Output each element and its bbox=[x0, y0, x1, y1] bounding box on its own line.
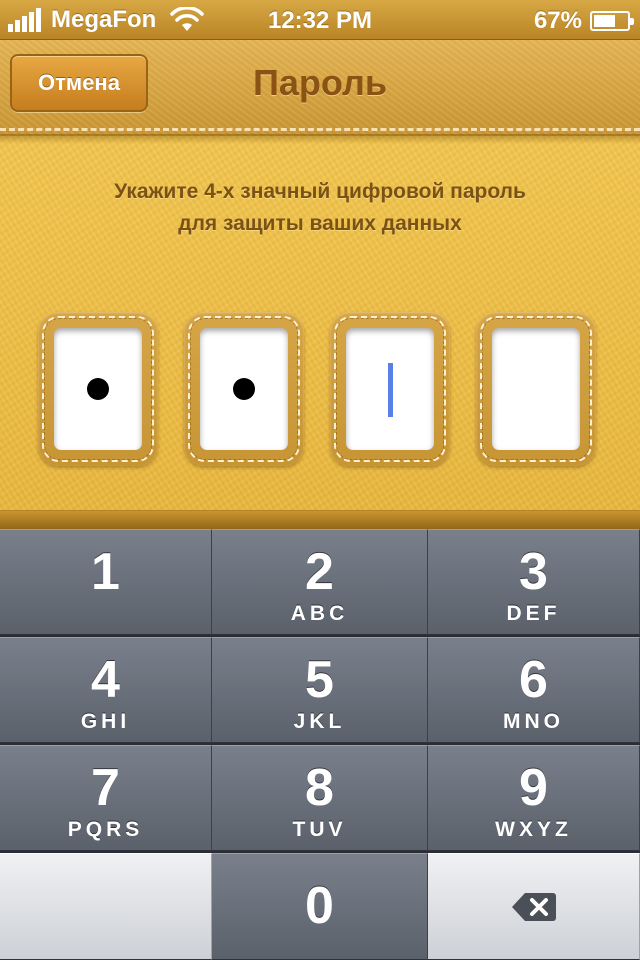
key-letters: GHI bbox=[80, 710, 131, 733]
battery-fill bbox=[594, 15, 616, 27]
instruction-text: Укажите 4-х значный цифровой пароль для … bbox=[0, 176, 640, 240]
key-digit: 1 bbox=[91, 543, 120, 601]
pin-digit-box-4[interactable] bbox=[476, 312, 596, 466]
key-letters: ABC bbox=[290, 602, 349, 625]
key-digit: 6 bbox=[519, 651, 548, 709]
pin-digit-field-1[interactable] bbox=[54, 328, 142, 450]
pin-dot bbox=[87, 378, 109, 400]
nav-bar-shadow bbox=[0, 134, 640, 144]
key-letters: DEF bbox=[506, 602, 561, 625]
key-digit: 2 bbox=[305, 543, 334, 601]
pin-digit-box-1[interactable] bbox=[38, 312, 158, 466]
numeric-keypad: 1 2 ABC 3 DEF 4 GHI 5 JKL 6 MNO 7 PQRS 8… bbox=[0, 529, 640, 960]
key-3[interactable]: 3 DEF bbox=[428, 529, 640, 635]
delete-key[interactable] bbox=[428, 853, 640, 960]
backspace-icon bbox=[512, 893, 556, 921]
status-left: MegaFon bbox=[8, 6, 205, 34]
key-6[interactable]: 6 MNO bbox=[428, 637, 640, 743]
key-5[interactable]: 5 JKL bbox=[212, 637, 428, 743]
battery-icon bbox=[590, 11, 634, 31]
pin-digit-box-2[interactable] bbox=[184, 312, 304, 466]
navigation-bar: Отмена Пароль bbox=[0, 40, 640, 136]
carrier-name: MegaFon bbox=[51, 6, 157, 33]
instruction-line-1: Укажите 4-х значный цифровой пароль bbox=[114, 180, 526, 203]
key-1[interactable]: 1 bbox=[0, 529, 212, 635]
key-letters: TUV bbox=[292, 818, 347, 841]
battery-percent: 67% bbox=[533, 7, 582, 34]
pin-digit-box-3[interactable] bbox=[330, 312, 450, 466]
pin-digit-field-2[interactable] bbox=[200, 328, 288, 450]
key-digit: 0 bbox=[305, 877, 334, 935]
key-4[interactable]: 4 GHI bbox=[0, 637, 212, 743]
key-digit: 8 bbox=[305, 759, 334, 817]
key-letters: MNO bbox=[503, 710, 564, 733]
pin-dot bbox=[233, 378, 255, 400]
key-7[interactable]: 7 PQRS bbox=[0, 745, 212, 851]
key-digit: 5 bbox=[305, 651, 334, 709]
key-0[interactable]: 0 bbox=[212, 853, 428, 960]
key-letters: PQRS bbox=[67, 818, 144, 841]
key-digit: 9 bbox=[519, 759, 548, 817]
text-cursor bbox=[388, 363, 393, 417]
wifi-icon bbox=[170, 7, 205, 31]
cancel-button[interactable]: Отмена bbox=[10, 54, 148, 112]
key-9[interactable]: 9 WXYZ bbox=[428, 745, 640, 851]
pin-digit-field-3[interactable] bbox=[346, 328, 434, 450]
key-8[interactable]: 8 TUV bbox=[212, 745, 428, 851]
key-letters: WXYZ bbox=[495, 818, 572, 841]
signal-strength-icon bbox=[8, 8, 43, 32]
passcode-panel: Укажите 4-х значный цифровой пароль для … bbox=[0, 136, 640, 530]
key-blank bbox=[0, 853, 212, 960]
key-2[interactable]: 2 ABC bbox=[212, 529, 428, 635]
key-digit: 7 bbox=[91, 759, 120, 817]
status-right: 67% bbox=[533, 7, 634, 35]
key-digit: 4 bbox=[91, 651, 120, 709]
instruction-line-2: для защиты ваших данных bbox=[178, 212, 462, 235]
key-digit: 3 bbox=[519, 543, 548, 601]
pin-digit-field-4[interactable] bbox=[492, 328, 580, 450]
key-letters: JKL bbox=[293, 710, 346, 733]
status-bar: MegaFon 12:32 PM 67% bbox=[0, 0, 640, 40]
